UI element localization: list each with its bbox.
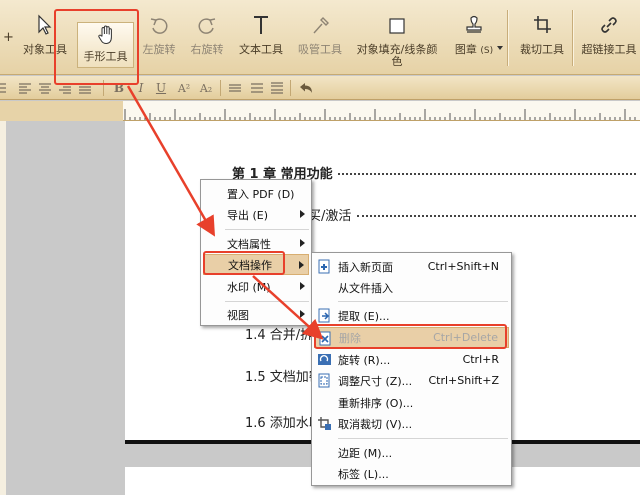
document-operations-submenu: 插入新页面 Ctrl+Shift+N 从文件插入 提取 (E)... 删除 Ctrl…	[311, 252, 512, 486]
hyperlink-tool-label: 超链接工具	[581, 43, 637, 56]
crop-tool-label: 裁切工具	[520, 43, 564, 56]
insert-page-icon	[318, 259, 330, 274]
rotate-page-icon	[318, 354, 331, 365]
toolbar-overflow-glyph[interactable]: +	[3, 30, 14, 45]
hyperlink-tool-button[interactable]: 超链接工具	[578, 0, 640, 75]
text-tool-button[interactable]: 文本工具	[236, 0, 286, 75]
subscript-button[interactable]: A₂	[197, 79, 215, 97]
horizontal-ruler[interactable]	[123, 101, 640, 121]
toc-line-merge: 1.4 合并/拆	[245, 328, 314, 343]
crop-tool-button[interactable]: 裁切工具	[516, 0, 568, 75]
paragraph-spacing-icon[interactable]	[270, 79, 284, 97]
submenu-item-resize[interactable]: 调整尺寸 (Z)... Ctrl+Shift+Z	[314, 370, 509, 391]
context-menu: 置入 PDF (D) 导出 (E) 文档属性 文档操作 水印 (M) 视图	[200, 179, 312, 326]
submenu-item-uncrop[interactable]: 取消裁切 (V)...	[314, 413, 509, 434]
rotate-left-button[interactable]: 左旋转	[139, 0, 179, 75]
menu-item-export[interactable]: 导出 (E)	[203, 204, 309, 225]
align-right-icon[interactable]	[58, 79, 72, 97]
submenu-item-margins[interactable]: 边距 (M)...	[314, 442, 509, 463]
extract-page-icon	[318, 308, 330, 323]
stamp-icon	[466, 15, 482, 33]
resize-page-icon	[318, 373, 330, 388]
ruler-ticks	[124, 109, 636, 120]
submenu-arrow-icon	[300, 239, 305, 247]
rotate-right-label: 右旋转	[190, 43, 224, 56]
toc-line-activate: 买/激活	[308, 209, 352, 224]
superscript-button[interactable]: A²	[175, 79, 193, 97]
submenu-item-labels[interactable]: 标签 (L)...	[314, 463, 509, 484]
stamp-label: 图章 (S)	[454, 43, 494, 57]
bold-button[interactable]: B	[112, 79, 126, 97]
text-t-icon	[254, 16, 268, 34]
hand-tool-label: 手形工具	[83, 50, 128, 63]
menu-item-watermark[interactable]: 水印 (M)	[203, 276, 309, 297]
object-tool-button[interactable]: 对象工具	[20, 0, 70, 75]
rotate-right-icon	[198, 18, 216, 34]
rotate-right-button[interactable]: 右旋转	[187, 0, 227, 75]
submenu-arrow-icon	[300, 282, 305, 290]
menu-item-place-pdf[interactable]: 置入 PDF (D)	[203, 183, 309, 204]
fill-color-square-icon	[389, 18, 405, 34]
italic-button[interactable]: I	[134, 79, 148, 97]
submenu-item-rotate[interactable]: 旋转 (R)... Ctrl+R	[314, 349, 509, 370]
list-icon[interactable]	[228, 79, 242, 97]
submenu-item-insert-from-file[interactable]: 从文件插入	[314, 277, 509, 298]
link-icon	[601, 17, 617, 33]
left-panel-edge	[0, 121, 6, 495]
object-tool-label: 对象工具	[23, 43, 67, 56]
menu-item-view[interactable]: 视图	[203, 304, 309, 325]
align-partial-icon[interactable]	[0, 79, 6, 97]
object-fill-label: 对象填充/线条颜色	[356, 43, 438, 68]
toc-leader-dots	[357, 215, 636, 217]
underline-button[interactable]: U	[154, 79, 168, 97]
submenu-item-extract[interactable]: 提取 (E)...	[314, 305, 509, 326]
submenu-item-insert-page[interactable]: 插入新页面 Ctrl+Shift+N	[314, 256, 509, 277]
menu-item-document-operations[interactable]: 文档操作	[203, 254, 309, 275]
format-toolbar: B I U A² A₂	[0, 76, 640, 100]
undo-icon[interactable]	[298, 79, 314, 97]
menu-item-document-properties[interactable]: 文档属性	[203, 233, 309, 254]
hand-tool-button[interactable]: 手形工具	[77, 22, 134, 68]
uncrop-icon	[318, 417, 331, 430]
toolbar-ribbon: + 对象工具 手形工具 左旋转 右旋转 文本工具 吸管工具 对象填充/线条颜色 …	[0, 0, 640, 75]
toc-leader-dots	[338, 173, 636, 175]
eyedropper-icon	[313, 17, 329, 34]
stamp-button[interactable]: 图章 (S)	[448, 0, 500, 75]
text-tool-label: 文本工具	[239, 43, 283, 56]
stamp-dropdown-icon[interactable]	[497, 46, 503, 50]
submenu-arrow-icon	[300, 310, 305, 318]
rotate-left-icon	[150, 18, 168, 34]
crop-icon	[534, 16, 551, 33]
rotate-left-label: 左旋转	[142, 43, 176, 56]
align-center-icon[interactable]	[38, 79, 52, 97]
eyedropper-tool-button[interactable]: 吸管工具	[294, 0, 346, 75]
delete-page-icon	[319, 331, 331, 346]
line-spacing-icon[interactable]	[250, 79, 264, 97]
submenu-item-reorder[interactable]: 重新排序 (O)...	[314, 392, 509, 413]
align-left-icon[interactable]	[18, 79, 32, 97]
submenu-arrow-icon	[299, 261, 304, 269]
align-justify-icon[interactable]	[78, 79, 92, 97]
hand-icon	[97, 25, 112, 45]
eyedropper-tool-label: 吸管工具	[298, 43, 342, 56]
object-fill-button[interactable]: 对象填充/线条颜色	[354, 0, 440, 75]
submenu-arrow-icon	[300, 210, 305, 218]
arrow-cursor-icon	[38, 14, 52, 35]
submenu-item-delete[interactable]: 删除 Ctrl+Delete	[314, 327, 509, 348]
